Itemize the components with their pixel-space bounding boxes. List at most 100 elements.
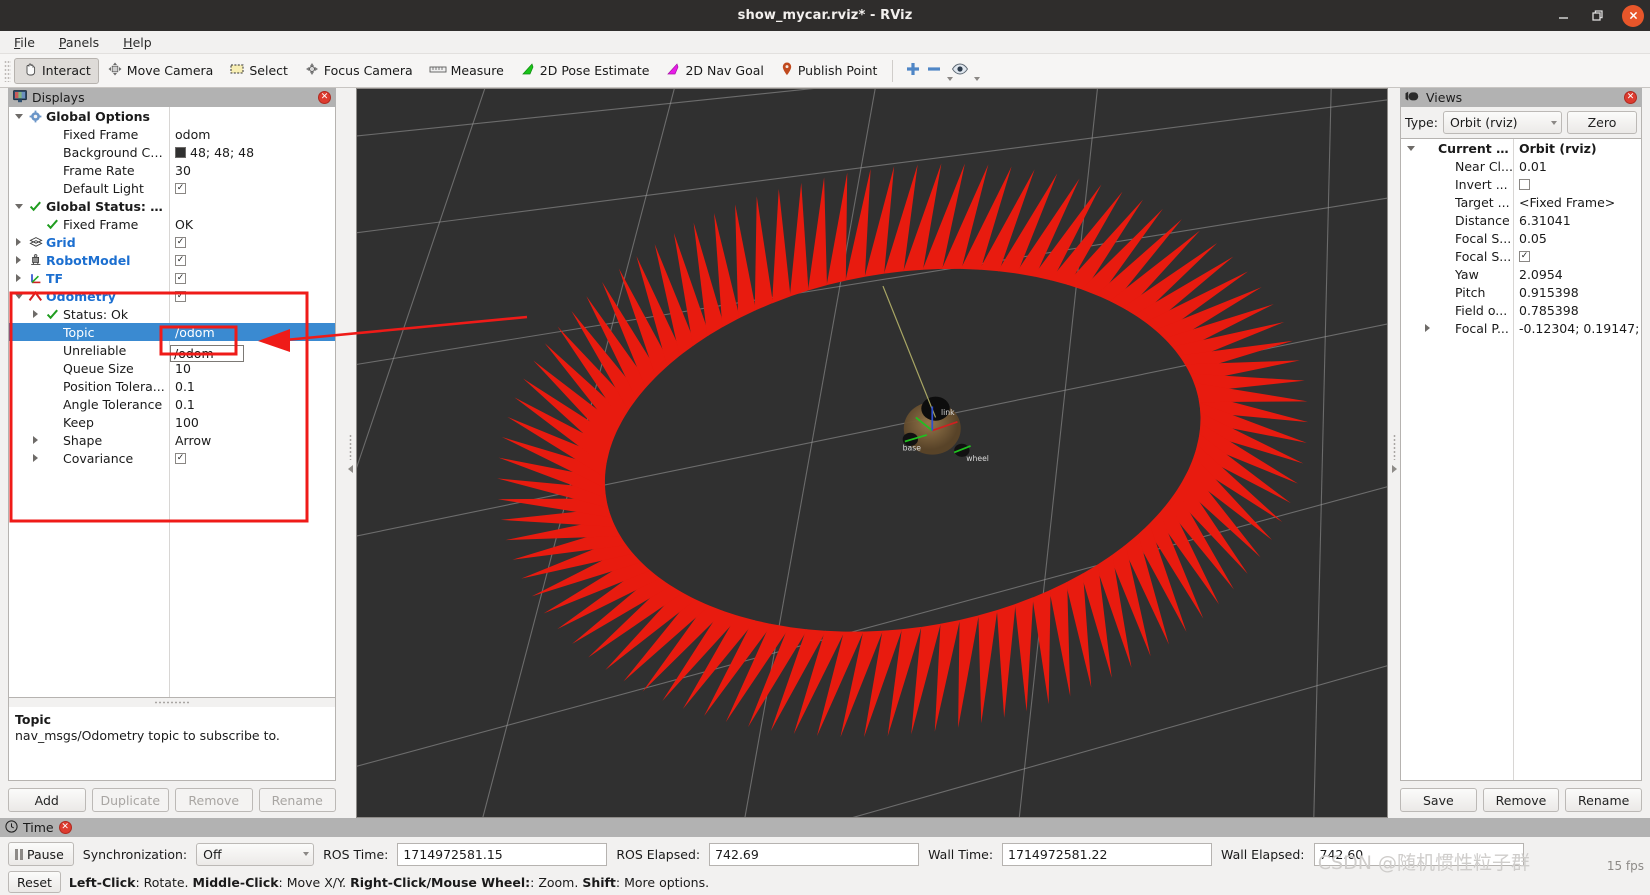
toolbar-grip[interactable]: [4, 59, 11, 82]
checkbox[interactable]: ✓: [175, 290, 186, 302]
views-save-button[interactable]: Save: [1400, 788, 1477, 812]
tree-twisty[interactable]: [12, 113, 25, 119]
tree-row[interactable]: Pitch 0.915398: [1401, 283, 1641, 301]
tree-row-value[interactable]: Orbit (rviz): [1513, 141, 1641, 156]
tree-row[interactable]: Background Color 48; 48; 48: [9, 143, 335, 161]
tree-row[interactable]: Current V... Orbit (rviz): [1401, 139, 1641, 157]
tool-select[interactable]: Select: [221, 58, 296, 84]
topic-value-editor[interactable]: /odom: [170, 345, 244, 362]
tree-row-value[interactable]: ✓: [169, 182, 335, 194]
tree-row[interactable]: Focal P... -0.12304; 0.19147; -...: [1401, 319, 1641, 337]
tree-row-value[interactable]: ✓: [169, 290, 335, 302]
views-remove-button[interactable]: Remove: [1482, 788, 1560, 812]
tree-row-value[interactable]: -0.12304; 0.19147; -...: [1513, 321, 1641, 336]
tree-row-value[interactable]: 30: [169, 163, 335, 178]
tree-row[interactable]: Fixed Frame odom: [9, 125, 335, 143]
tree-twisty[interactable]: [12, 274, 25, 282]
tree-row[interactable]: Field o... 0.785398: [1401, 301, 1641, 319]
tree-row[interactable]: Topic/odom: [9, 323, 335, 341]
reset-button[interactable]: Reset: [8, 871, 61, 893]
tree-row-value[interactable]: ✓: [169, 254, 335, 266]
tree-row-value[interactable]: ✓: [169, 272, 335, 284]
tree-row[interactable]: Grid ✓: [9, 233, 335, 251]
tree-row[interactable]: Angle Tolerance 0.1: [9, 395, 335, 413]
checkbox[interactable]: ✓: [175, 272, 186, 284]
maximize-icon[interactable]: [1588, 7, 1606, 25]
tree-row-value[interactable]: [1513, 178, 1641, 190]
displays-close-icon[interactable]: ✕: [318, 91, 331, 104]
views-type-select[interactable]: Orbit (rviz): [1442, 111, 1562, 134]
views-zero-button[interactable]: Zero: [1567, 111, 1637, 134]
tree-row[interactable]: Global Options: [9, 107, 335, 125]
color-swatch[interactable]: [175, 146, 186, 158]
tool-add-panel[interactable]: [900, 58, 926, 84]
checkbox[interactable]: ✓: [1519, 250, 1530, 262]
tree-row[interactable]: RobotModel ✓: [9, 251, 335, 269]
tree-twisty[interactable]: [29, 454, 42, 462]
tool-2d-pose-estimate[interactable]: 2D Pose Estimate: [512, 58, 658, 84]
menu-panels[interactable]: Panels: [55, 34, 103, 51]
menu-help[interactable]: Help: [119, 34, 156, 51]
chevron-down-icon-2[interactable]: [973, 76, 980, 81]
tree-row-value[interactable]: 10: [169, 361, 335, 376]
tree-row-value[interactable]: 48; 48; 48: [169, 145, 335, 160]
synchronization-select[interactable]: Off: [196, 842, 315, 866]
tree-row[interactable]: Shape Arrow: [9, 431, 335, 449]
tool-2d-nav-goal[interactable]: 2D Nav Goal: [657, 58, 771, 84]
time-field-input[interactable]: 1714972581.22: [1002, 842, 1213, 866]
tool-publish-point[interactable]: Publish Point: [772, 58, 886, 84]
views-tree[interactable]: Current V... Orbit (rviz) Near Cl... 0.01 In…: [1400, 138, 1642, 781]
pause-button[interactable]: Pause: [8, 842, 74, 866]
tree-twisty[interactable]: [1421, 324, 1434, 332]
time-field-input[interactable]: 1714972581.15: [397, 842, 608, 866]
tree-twisty[interactable]: [29, 436, 42, 444]
tool-remove-panel[interactable]: [926, 58, 953, 84]
tree-row[interactable]: Target ... <Fixed Frame>: [1401, 193, 1641, 211]
tree-row-value[interactable]: 2.0954: [1513, 267, 1641, 282]
tree-row[interactable]: Distance 6.31041: [1401, 211, 1641, 229]
tree-row[interactable]: Covariance ✓: [9, 449, 335, 467]
right-splitter-handle[interactable]: [1388, 88, 1400, 818]
tree-row-value[interactable]: 0.05: [1513, 231, 1641, 246]
tree-row[interactable]: Invert ...: [1401, 175, 1641, 193]
tree-row-value[interactable]: ✓: [169, 452, 335, 464]
tool-move-camera[interactable]: Move Camera: [99, 58, 222, 84]
close-icon[interactable]: [1622, 4, 1644, 27]
displays-tree[interactable]: Global Options Fixed Frame odom Background …: [8, 107, 336, 698]
tool-interact[interactable]: Interact: [14, 57, 99, 84]
tree-row[interactable]: Fixed Frame OK: [9, 215, 335, 233]
tree-row-value[interactable]: <Fixed Frame>: [1513, 195, 1641, 210]
left-splitter-handle[interactable]: [344, 88, 356, 818]
tree-row[interactable]: Status: Ok: [9, 305, 335, 323]
tree-row[interactable]: Frame Rate 30: [9, 161, 335, 179]
checkbox[interactable]: ✓: [175, 236, 186, 248]
time-field-input[interactable]: 742.69: [709, 842, 920, 866]
tree-row-value[interactable]: 0.1: [169, 397, 335, 412]
time-close-icon[interactable]: ✕: [58, 821, 72, 834]
tree-row[interactable]: Focal S... ✓: [1401, 247, 1641, 265]
minimize-icon[interactable]: [1554, 7, 1572, 25]
tree-row-value[interactable]: 0.1: [169, 379, 335, 394]
tree-twisty[interactable]: [12, 256, 25, 264]
tree-twisty[interactable]: [29, 310, 42, 318]
tree-row-value[interactable]: OK: [169, 217, 335, 232]
tree-row-value[interactable]: /odom: [169, 325, 335, 340]
checkbox[interactable]: [1519, 178, 1530, 190]
tree-row-value[interactable]: 0.01: [1513, 159, 1641, 174]
tree-row[interactable]: Default Light ✓: [9, 179, 335, 197]
views-rename-button[interactable]: Rename: [1565, 788, 1643, 812]
tool-focus-camera[interactable]: Focus Camera: [296, 58, 421, 84]
tree-row-value[interactable]: 0.785398: [1513, 303, 1641, 318]
views-close-icon[interactable]: ✕: [1624, 91, 1637, 104]
tree-twisty[interactable]: [12, 293, 25, 299]
tree-twisty[interactable]: [12, 238, 25, 246]
tree-row-value[interactable]: odom: [169, 127, 335, 142]
tree-twisty[interactable]: [12, 203, 25, 209]
tree-row-value[interactable]: ✓: [169, 236, 335, 248]
tree-row[interactable]: TF ✓: [9, 269, 335, 287]
tree-row[interactable]: Focal S... 0.05: [1401, 229, 1641, 247]
checkbox[interactable]: ✓: [175, 182, 186, 194]
tree-row[interactable]: Position Tolera... 0.1: [9, 377, 335, 395]
tool-visibility[interactable]: [951, 58, 980, 84]
displays-splitter[interactable]: [8, 698, 336, 707]
